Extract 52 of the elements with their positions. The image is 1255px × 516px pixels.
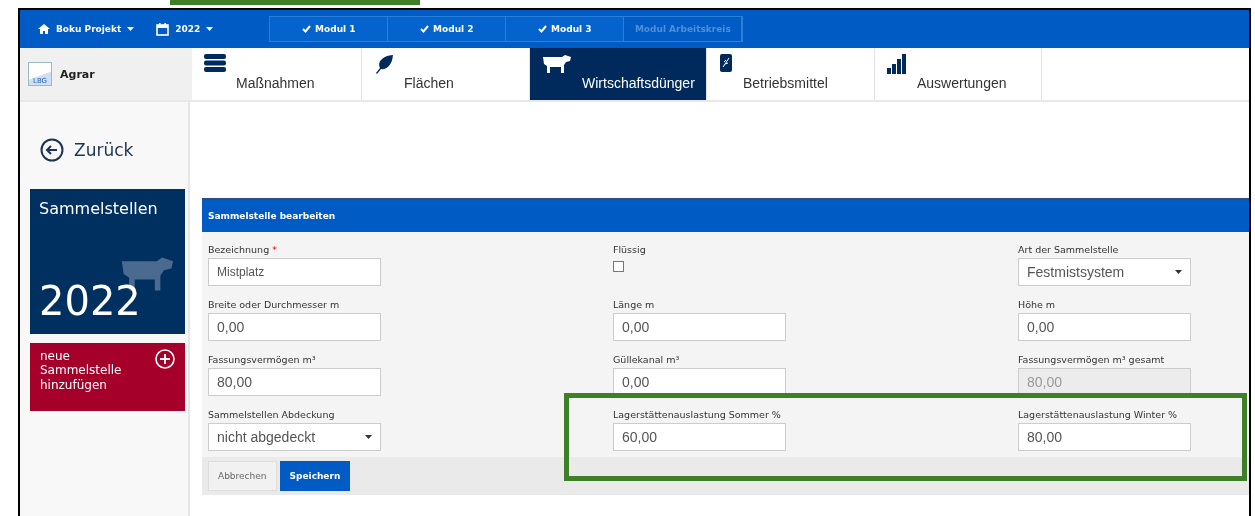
caret-icon: [206, 27, 214, 31]
back-link[interactable]: Zurück: [40, 138, 188, 162]
save-button[interactable]: Speichern: [279, 461, 351, 491]
brand-name: Agrar: [60, 67, 95, 81]
select-field[interactable]: nicht abgedeckt: [208, 423, 381, 451]
year-menu[interactable]: 2022: [156, 22, 214, 36]
module-tab[interactable]: Modul 2: [388, 17, 507, 41]
field-label: Fassungsvermögen m³ gesamt: [1018, 354, 1166, 365]
check-icon: [420, 25, 430, 33]
field-label: Höhe m: [1018, 299, 1057, 310]
cancel-button[interactable]: Abbrechen: [208, 461, 277, 491]
input-field[interactable]: 0,00: [1018, 313, 1191, 341]
check-icon: [538, 25, 548, 33]
cow-icon: [542, 54, 572, 74]
caret-icon: [365, 435, 372, 439]
input-field[interactable]: Mistplatz: [208, 258, 381, 286]
field-label: Lagerstättenauslastung Sommer %: [613, 409, 782, 420]
input-field[interactable]: 0,00: [613, 313, 786, 341]
field-label: Sammelstellen Abdeckung: [208, 409, 336, 420]
tile-title: Sammelstellen: [39, 199, 159, 218]
sack-icon: [719, 54, 733, 72]
checkbox[interactable]: [613, 261, 624, 272]
add-button[interactable]: neue Sammelstelle hinzufügen: [30, 343, 185, 411]
nav-tab[interactable]: Wirtschaftsdünger: [530, 48, 707, 100]
leaf-icon: [374, 54, 394, 74]
panel-title: Sammelstelle bearbeiten: [202, 198, 1249, 232]
field-label: Länge m: [613, 299, 656, 310]
field-label: Art der Sammelstelle: [1018, 244, 1120, 255]
home-icon: [38, 24, 50, 34]
field-label: Bezeichnung *: [208, 244, 278, 255]
field-label: Lagerstättenauslastung Winter %: [1018, 409, 1179, 420]
field-label: Breite oder Durchmesser m: [208, 299, 341, 310]
check-icon: [302, 25, 312, 33]
input-field[interactable]: 80,00: [1018, 423, 1191, 451]
input-field[interactable]: 80,00: [208, 368, 381, 396]
caret-icon: [127, 27, 135, 31]
tile-year: 2022: [39, 278, 141, 324]
module-tab[interactable]: Modul 3: [506, 17, 625, 41]
plus-icon: [155, 349, 175, 369]
select-field[interactable]: Festmistsystem: [1018, 258, 1191, 286]
field-label: Fassungsvermögen m³: [208, 354, 317, 365]
project-menu[interactable]: Boku Projekt: [38, 24, 135, 34]
input-field[interactable]: 0,00: [613, 368, 786, 396]
input-field[interactable]: 0,00: [208, 313, 381, 341]
field-label: Flüssig: [613, 244, 647, 255]
module-tab[interactable]: Modul 1: [270, 17, 389, 41]
list-icon: [204, 54, 226, 72]
calendar-icon: [156, 22, 170, 36]
bar-chart-icon: [887, 54, 907, 74]
field-label: Güllekanal m³: [613, 354, 681, 365]
input-field[interactable]: 60,00: [613, 423, 786, 451]
caret-icon: [1175, 270, 1182, 274]
